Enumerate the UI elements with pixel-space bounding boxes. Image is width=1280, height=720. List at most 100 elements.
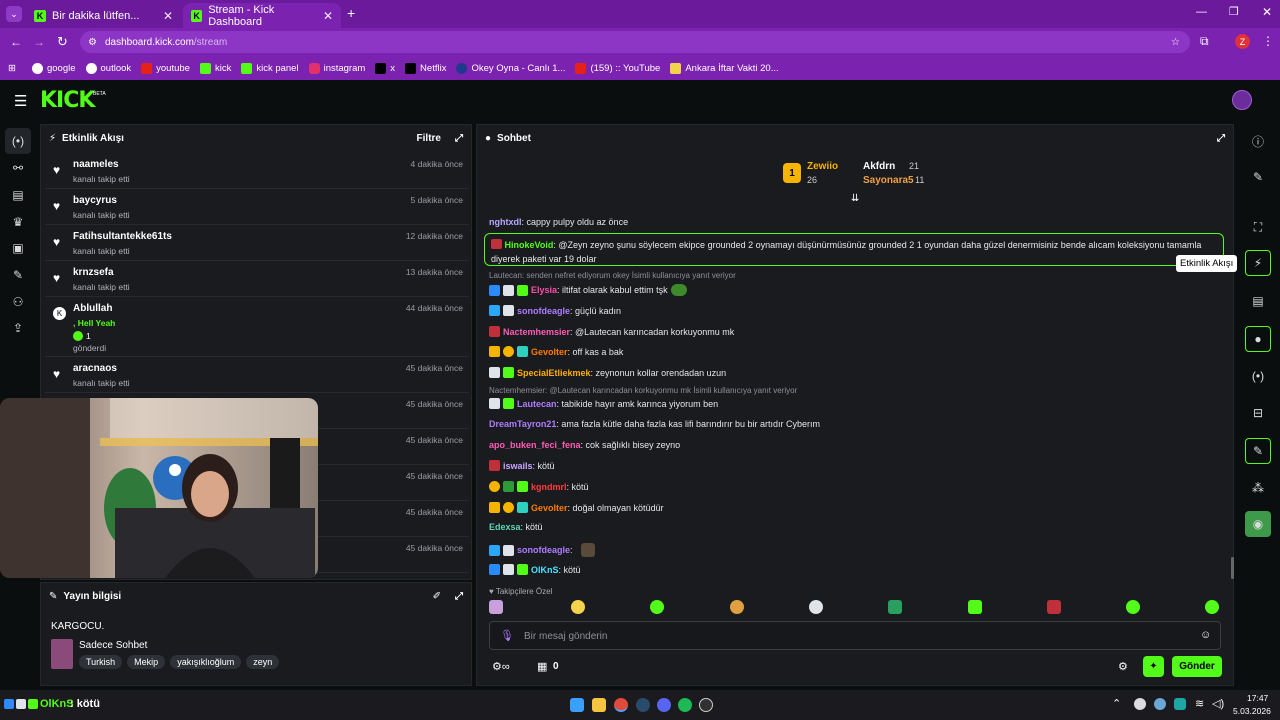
emote-icon[interactable] [1126, 600, 1140, 614]
emote-icon[interactable] [809, 600, 823, 614]
trophy-icon[interactable]: ♛ [5, 209, 31, 235]
popout-icon[interactable]: ⤢ [455, 591, 463, 602]
popout-icon[interactable]: ⤢ [455, 133, 463, 144]
bookmark-x[interactable]: x [375, 62, 395, 74]
edit-icon[interactable]: ✎ [1245, 164, 1271, 190]
fullscreen-icon[interactable]: ⛶ [1245, 214, 1271, 240]
back-icon[interactable]: ← [10, 35, 22, 49]
category-name[interactable]: Sadece Sohbet [79, 640, 147, 651]
quick-emote-button[interactable]: ✦ [1143, 656, 1164, 677]
chat-username[interactable]: iswails [503, 461, 533, 471]
chat-input[interactable]: 🎙 Bir mesaj gönderin ☺ [489, 621, 1221, 650]
site-info-icon[interactable]: ⚙ [88, 37, 97, 48]
profile-avatar[interactable]: Z [1235, 34, 1250, 49]
chat-username[interactable]: OlKnS [531, 565, 559, 575]
activity-feed-toggle-icon[interactable]: ⚡ [1245, 250, 1271, 276]
info-icon[interactable]: ⓘ [1245, 128, 1271, 154]
chat-username[interactable]: sonofdeagle [517, 306, 570, 316]
tag[interactable]: zeyn [246, 655, 280, 669]
bookmark-okey[interactable]: Okey Oyna - Canlı 1... [456, 62, 565, 74]
tab-active[interactable]: K Stream - Kick Dashboard ✕ [183, 3, 341, 28]
emote-icon[interactable] [730, 600, 744, 614]
activity-username[interactable]: krnzsefa [73, 267, 114, 278]
volume-icon[interactable]: ◁) [1212, 697, 1224, 710]
scroll-down-icon[interactable]: ⇊ [851, 193, 859, 204]
spotify-icon[interactable] [678, 698, 692, 712]
edit-icon[interactable]: ✐ [433, 591, 441, 602]
bookmark-kick[interactable]: kick [199, 62, 231, 74]
chat-username[interactable]: kgndmrl [531, 482, 567, 492]
restore-icon[interactable]: ❐ [1229, 5, 1239, 18]
minimize-icon[interactable]: — [1196, 6, 1207, 18]
tag[interactable]: yakışıklıoğlum [170, 655, 242, 669]
extensions-icon[interactable]: ⧉ [1200, 34, 1209, 49]
filter-button[interactable]: Filtre [417, 133, 441, 144]
bookmark-youtube[interactable]: youtube [141, 62, 190, 74]
chat-username[interactable]: apo_buken_feci_fena [489, 440, 581, 450]
emote-icon[interactable] [571, 600, 585, 614]
chat-toggle-icon[interactable]: ● [1245, 326, 1271, 352]
close-icon[interactable]: ✕ [163, 9, 173, 23]
notes-icon[interactable]: ▤ [1245, 288, 1271, 314]
emote-icon[interactable] [968, 600, 982, 614]
chat-username[interactable]: Lautecan [517, 399, 557, 409]
emote-icon[interactable] [1047, 600, 1061, 614]
chat-username[interactable]: Elysia [531, 285, 557, 295]
clock-time[interactable]: 17:47 [1247, 693, 1268, 703]
file-explorer-icon[interactable] [592, 698, 606, 712]
tray-chevron-icon[interactable]: ⌃ [1112, 697, 1121, 710]
store-icon[interactable]: ▦ [537, 660, 547, 673]
chat-username[interactable]: SpecialEtliekmek [517, 368, 591, 378]
obs-icon[interactable] [699, 698, 713, 712]
gifter-2-name[interactable]: Akfdrn [863, 161, 895, 172]
gifter-3-name[interactable]: Sayonara5 [863, 175, 914, 186]
chat-username[interactable]: Gevolter [531, 347, 568, 357]
bookmark-instagram[interactable]: instagram [308, 62, 365, 74]
hamburger-menu-icon[interactable]: ☰ [14, 92, 27, 110]
mod-tools-icon[interactable]: ⊟ [1245, 400, 1271, 426]
reload-icon[interactable]: ↻ [57, 34, 68, 50]
bookmark-outlook[interactable]: outlook [85, 62, 131, 74]
clock-date[interactable]: 5.03.2026 [1233, 706, 1271, 716]
chat-username[interactable]: sonofdeagle [517, 545, 570, 555]
activity-username[interactable]: Fatihsultantekke61ts [73, 231, 172, 242]
chrome-icon[interactable] [614, 698, 628, 712]
url-bar[interactable]: ⚙ dashboard.kick.com /stream ☆ [80, 31, 1190, 53]
chat-username[interactable]: DreamTayron21 [489, 419, 556, 429]
top-gifter-name[interactable]: Zewiio [807, 161, 838, 172]
emote-icon[interactable] [650, 600, 664, 614]
tab-inactive[interactable]: K Bir dakika lütfen... ✕ [26, 3, 181, 28]
emote-icon[interactable] [489, 600, 503, 614]
bookmark-youtube-159[interactable]: (159) :: YouTube [575, 62, 660, 74]
emoji-icon[interactable]: ☺ [1200, 629, 1211, 641]
close-window-icon[interactable]: ✕ [1262, 5, 1272, 19]
chat-settings-icon[interactable]: ⚙ [1118, 660, 1128, 673]
link-icon[interactable]: ⚯ [5, 155, 31, 181]
chat-username[interactable]: Nactemhemsier [503, 327, 570, 337]
wifi-icon[interactable]: ≋ [1195, 697, 1204, 710]
tray-app-icon[interactable] [1174, 698, 1186, 710]
bookmark-ankara-iftar[interactable]: Ankara İftar Vakti 20... [670, 62, 779, 74]
analytics-icon[interactable]: ▤ [5, 182, 31, 208]
bookmark-netflix[interactable]: Netflix [405, 62, 446, 74]
kicks-balance-icon[interactable]: ⚙∞ [492, 660, 510, 673]
send-button[interactable]: Gönder [1172, 656, 1222, 677]
tag[interactable]: Turkish [79, 655, 123, 669]
emote-icon[interactable] [1205, 600, 1219, 614]
chat-username[interactable]: Edexsa [489, 522, 521, 532]
extension-app-icon[interactable]: ◉ [1245, 511, 1271, 537]
webcam-preview[interactable] [0, 398, 318, 578]
chat-scrollbar[interactable] [1231, 557, 1234, 579]
close-icon[interactable]: ✕ [323, 9, 333, 23]
chat-username[interactable]: HinokeVoid [505, 240, 554, 250]
activity-username[interactable]: naameles [73, 159, 119, 170]
menu-kebab-icon[interactable]: ⋮ [1262, 34, 1274, 48]
bookmark-star-icon[interactable]: ☆ [1171, 37, 1180, 48]
wrench-icon[interactable]: ✎ [5, 262, 31, 288]
microphone-icon[interactable]: 🎙 [500, 629, 514, 642]
tag[interactable]: Mekip [127, 655, 166, 669]
activity-username[interactable]: baycyrus [73, 195, 117, 206]
tray-app-icon[interactable] [1134, 698, 1146, 710]
tab-search-button[interactable]: ⌄ [6, 6, 22, 22]
steam-icon[interactable] [636, 698, 650, 712]
